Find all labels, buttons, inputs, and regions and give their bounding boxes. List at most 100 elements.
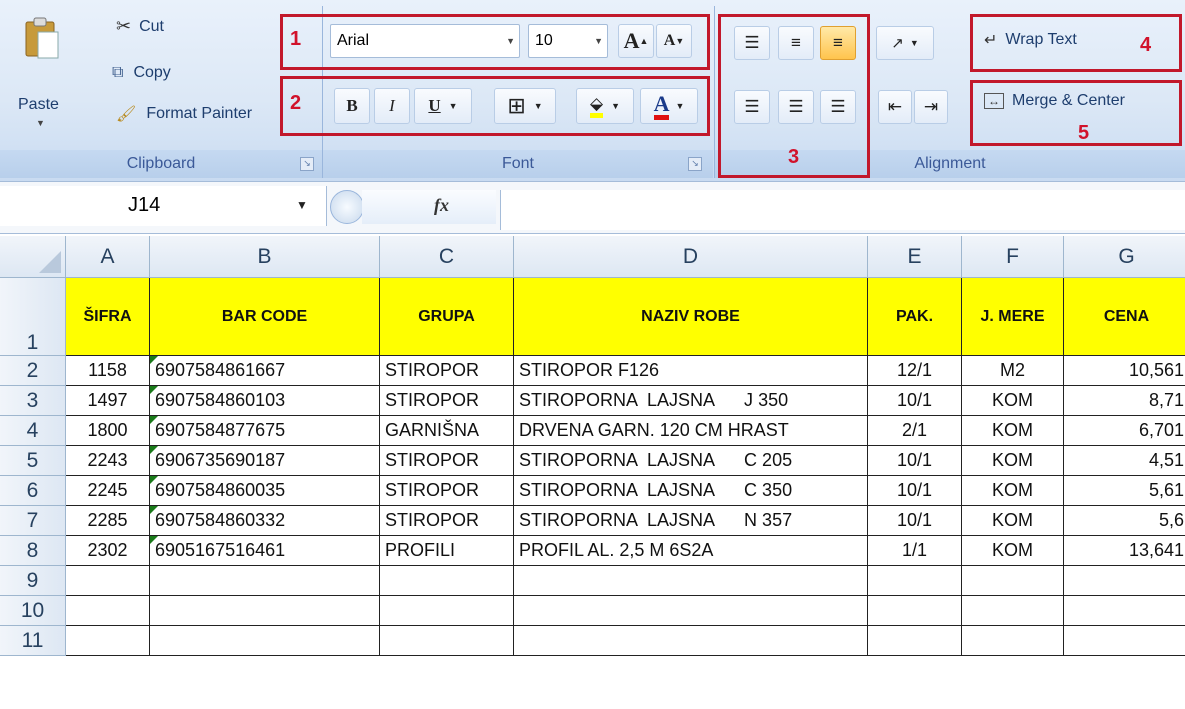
cell-g11[interactable] — [1064, 626, 1185, 656]
cell-b5[interactable]: 6906735690187 — [150, 446, 380, 476]
cell-e4[interactable]: 2/1 — [868, 416, 962, 446]
column-header-e[interactable]: E — [868, 236, 962, 278]
cell-d3[interactable]: STIROPORNA LAJSNA J 350 — [514, 386, 868, 416]
header-cell-c[interactable]: GRUPA — [380, 278, 514, 356]
column-header-b[interactable]: B — [150, 236, 380, 278]
row-header-11[interactable]: 11 — [0, 626, 66, 656]
row-header-8[interactable]: 8 — [0, 536, 66, 566]
row-header-3[interactable]: 3 — [0, 386, 66, 416]
cell-e8[interactable]: 1/1 — [868, 536, 962, 566]
cell-f2[interactable]: M2 — [962, 356, 1064, 386]
cell-e5[interactable]: 10/1 — [868, 446, 962, 476]
copy-button[interactable]: ⧉ Copy — [112, 64, 171, 82]
paste-button[interactable]: Paste ▼ — [14, 8, 74, 128]
column-header-a[interactable]: A — [66, 236, 150, 278]
format-painter-button[interactable]: 🖌 Format Painter — [116, 104, 252, 124]
cell-a10[interactable] — [66, 596, 150, 626]
chevron-down-icon[interactable]: ▼ — [296, 198, 308, 212]
cell-a9[interactable] — [66, 566, 150, 596]
cell-a11[interactable] — [66, 626, 150, 656]
cell-a8[interactable]: 2302 — [66, 536, 150, 566]
cell-b6[interactable]: 6907584860035 — [150, 476, 380, 506]
cell-b9[interactable] — [150, 566, 380, 596]
column-header-c[interactable]: C — [380, 236, 514, 278]
row-header-6[interactable]: 6 — [0, 476, 66, 506]
cell-e10[interactable] — [868, 596, 962, 626]
column-header-g[interactable]: G — [1064, 236, 1185, 278]
cell-e11[interactable] — [868, 626, 962, 656]
cell-c6[interactable]: STIROPOR — [380, 476, 514, 506]
cell-g5[interactable]: 4,51 — [1064, 446, 1185, 476]
cell-a2[interactable]: 1158 — [66, 356, 150, 386]
column-header-d[interactable]: D — [514, 236, 868, 278]
header-cell-f[interactable]: J. MERE — [962, 278, 1064, 356]
cell-b7[interactable]: 6907584860332 — [150, 506, 380, 536]
cell-c8[interactable]: PROFILI — [380, 536, 514, 566]
header-cell-g[interactable]: CENA — [1064, 278, 1185, 356]
cell-b3[interactable]: 6907584860103 — [150, 386, 380, 416]
cell-e9[interactable] — [868, 566, 962, 596]
cell-c3[interactable]: STIROPOR — [380, 386, 514, 416]
cell-g7[interactable]: 5,6 — [1064, 506, 1185, 536]
formula-input[interactable] — [500, 190, 1185, 230]
select-all-corner[interactable] — [0, 236, 66, 278]
cell-a5[interactable]: 2243 — [66, 446, 150, 476]
row-header-10[interactable]: 10 — [0, 596, 66, 626]
cell-f5[interactable]: KOM — [962, 446, 1064, 476]
cell-e2[interactable]: 12/1 — [868, 356, 962, 386]
cell-d8[interactable]: PROFIL AL. 2,5 M 6S2A — [514, 536, 868, 566]
cell-g9[interactable] — [1064, 566, 1185, 596]
row-header-4[interactable]: 4 — [0, 416, 66, 446]
cell-f6[interactable]: KOM — [962, 476, 1064, 506]
cell-d2[interactable]: STIROPOR F126 — [514, 356, 868, 386]
cell-f7[interactable]: KOM — [962, 506, 1064, 536]
cell-f9[interactable] — [962, 566, 1064, 596]
insert-function-button[interactable]: fx — [362, 190, 496, 224]
cell-g2[interactable]: 10,561 — [1064, 356, 1185, 386]
header-cell-e[interactable]: PAK. — [868, 278, 962, 356]
cell-b11[interactable] — [150, 626, 380, 656]
cell-f3[interactable]: KOM — [962, 386, 1064, 416]
cell-g3[interactable]: 8,71 — [1064, 386, 1185, 416]
row-header-7[interactable]: 7 — [0, 506, 66, 536]
row-header-2[interactable]: 2 — [0, 356, 66, 386]
column-header-f[interactable]: F — [962, 236, 1064, 278]
cell-a3[interactable]: 1497 — [66, 386, 150, 416]
cell-c5[interactable]: STIROPOR — [380, 446, 514, 476]
cell-c7[interactable]: STIROPOR — [380, 506, 514, 536]
name-box[interactable]: J14 ▼ — [0, 186, 327, 226]
cell-g6[interactable]: 5,61 — [1064, 476, 1185, 506]
cell-d11[interactable] — [514, 626, 868, 656]
cell-c11[interactable] — [380, 626, 514, 656]
clipboard-dialog-launcher-icon[interactable]: ↘ — [300, 157, 314, 171]
cell-c2[interactable]: STIROPOR — [380, 356, 514, 386]
cell-e7[interactable]: 10/1 — [868, 506, 962, 536]
cell-b8[interactable]: 6905167516461 — [150, 536, 380, 566]
cut-button[interactable]: ✂ Cut — [116, 16, 164, 37]
cell-d7[interactable]: STIROPORNA LAJSNA N 357 — [514, 506, 868, 536]
cell-f8[interactable]: KOM — [962, 536, 1064, 566]
cell-a4[interactable]: 1800 — [66, 416, 150, 446]
cell-c9[interactable] — [380, 566, 514, 596]
cell-d6[interactable]: STIROPORNA LAJSNA C 350 — [514, 476, 868, 506]
cell-f10[interactable] — [962, 596, 1064, 626]
row-header-5[interactable]: 5 — [0, 446, 66, 476]
cell-d10[interactable] — [514, 596, 868, 626]
header-cell-d[interactable]: NAZIV ROBE — [514, 278, 868, 356]
header-cell-b[interactable]: BAR CODE — [150, 278, 380, 356]
cell-d4[interactable]: DRVENA GARN. 120 CM HRAST — [514, 416, 868, 446]
cell-d5[interactable]: STIROPORNA LAJSNA C 205 — [514, 446, 868, 476]
cell-g10[interactable] — [1064, 596, 1185, 626]
cell-b2[interactable]: 6907584861667 — [150, 356, 380, 386]
font-dialog-launcher-icon[interactable]: ↘ — [688, 157, 702, 171]
cell-b4[interactable]: 6907584877675 — [150, 416, 380, 446]
cell-c10[interactable] — [380, 596, 514, 626]
cell-f4[interactable]: KOM — [962, 416, 1064, 446]
cell-f11[interactable] — [962, 626, 1064, 656]
cell-c4[interactable]: GARNIŠNA — [380, 416, 514, 446]
cell-d9[interactable] — [514, 566, 868, 596]
cell-g4[interactable]: 6,701 — [1064, 416, 1185, 446]
orientation-button[interactable]: ↗ ▼ — [876, 26, 934, 60]
row-header-1[interactable]: 1 — [0, 278, 66, 356]
cell-a7[interactable]: 2285 — [66, 506, 150, 536]
